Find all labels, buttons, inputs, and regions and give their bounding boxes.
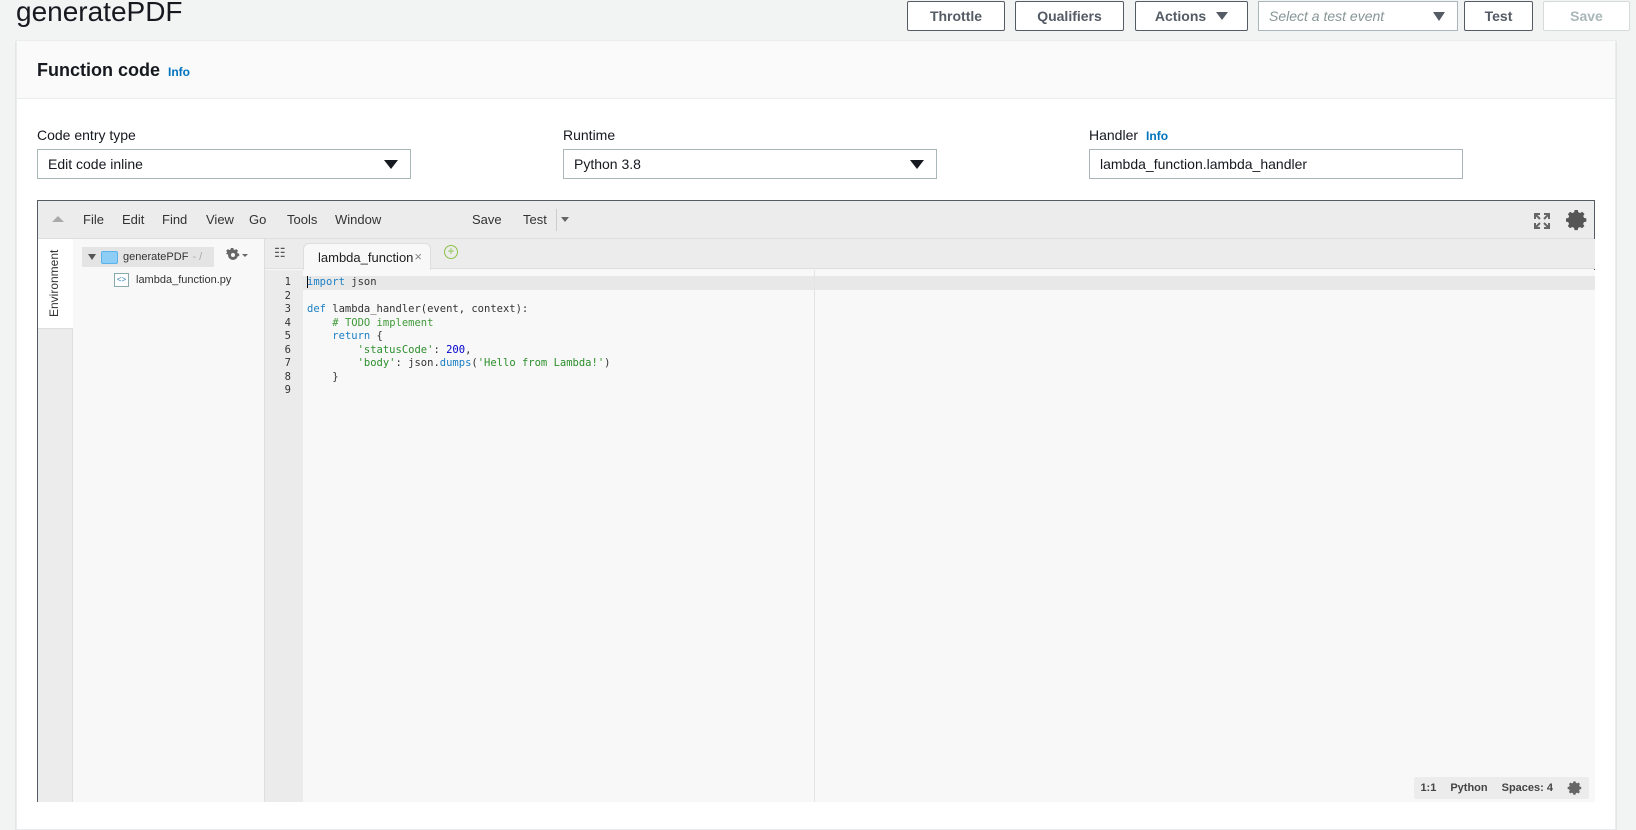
line-number: 2 bbox=[284, 289, 291, 302]
line-number: 4 bbox=[284, 316, 291, 329]
test-event-placeholder: Select a test event bbox=[1269, 8, 1385, 24]
environment-tab-label: Environment bbox=[47, 249, 61, 317]
ide-test-button[interactable]: Test bbox=[523, 212, 547, 227]
menu-go[interactable]: Go bbox=[249, 212, 266, 227]
caret-down-icon bbox=[1216, 12, 1229, 20]
tree-root-path: - / bbox=[192, 251, 203, 263]
code-line: import json bbox=[307, 276, 377, 288]
line-number-gutter: 1 2 3 4 5 6 7 8 9 bbox=[265, 270, 303, 802]
panel-title: Function code Info bbox=[37, 60, 190, 81]
fullscreen-icon[interactable] bbox=[1533, 212, 1551, 230]
qualifiers-button[interactable]: Qualifiers bbox=[1015, 1, 1124, 31]
tree-root-label: generatePDF bbox=[123, 251, 189, 263]
editor-statusbar: 1:1 Python Spaces: 4 bbox=[1414, 777, 1589, 799]
ide-menubar: File Edit Find View Go Tools Window Save… bbox=[38, 201, 1594, 239]
test-event-select[interactable]: Select a test event bbox=[1258, 1, 1458, 31]
line-number: 8 bbox=[284, 370, 291, 383]
menu-window[interactable]: Window bbox=[335, 212, 381, 227]
caret-down-icon bbox=[384, 160, 398, 169]
menu-edit[interactable]: Edit bbox=[122, 212, 144, 227]
throttle-label: Throttle bbox=[929, 8, 983, 24]
code-line: return { bbox=[332, 330, 383, 342]
add-tab-icon[interactable]: + bbox=[444, 245, 458, 259]
runtime-select[interactable]: Python 3.8 bbox=[563, 149, 937, 179]
handler-label: Handler bbox=[1089, 127, 1139, 143]
panel-title-text: Function code bbox=[37, 60, 160, 80]
runtime-label: Runtime bbox=[563, 127, 616, 143]
save-button[interactable]: Save bbox=[1543, 1, 1630, 31]
line-number: 3 bbox=[284, 303, 291, 315]
ide-save-button[interactable]: Save bbox=[472, 212, 502, 227]
test-label: Test bbox=[1484, 8, 1513, 24]
tree-root-folder[interactable]: generatePDF - / bbox=[82, 247, 214, 267]
code-entry-type-label: Code entry type bbox=[37, 127, 136, 143]
code-line: 'body': json.dumps('Hello from Lambda!') bbox=[357, 357, 611, 369]
caret-down-icon bbox=[1433, 12, 1445, 21]
runtime-value: Python 3.8 bbox=[574, 156, 641, 172]
close-icon[interactable]: × bbox=[414, 249, 422, 264]
line-number: 7 bbox=[284, 357, 291, 369]
gear-icon[interactable] bbox=[1567, 780, 1583, 796]
handler-info-link[interactable]: Info bbox=[1146, 129, 1168, 143]
code-editor: File Edit Find View Go Tools Window Save… bbox=[37, 200, 1595, 802]
python-file-icon: <> bbox=[114, 273, 129, 287]
throttle-button[interactable]: Throttle bbox=[907, 1, 1005, 31]
menu-find[interactable]: Find bbox=[162, 212, 187, 227]
line-number: 6 bbox=[284, 343, 291, 356]
collapse-icon[interactable] bbox=[52, 216, 64, 222]
code-line: def lambda_handler(event, context): bbox=[307, 303, 529, 315]
line-number: 9 bbox=[284, 384, 291, 396]
expand-arrow-icon[interactable] bbox=[88, 254, 96, 260]
environment-sidebar: Environment bbox=[38, 239, 73, 802]
handler-input[interactable] bbox=[1089, 149, 1463, 179]
test-button[interactable]: Test bbox=[1464, 1, 1533, 31]
tab-lambda-function[interactable]: lambda_function × bbox=[303, 243, 431, 270]
tree-file-label: lambda_function.py bbox=[136, 274, 232, 286]
tab-label: lambda_function bbox=[318, 250, 414, 265]
divider bbox=[556, 209, 557, 231]
code-lines: import json def lambda_handler(event, co… bbox=[307, 276, 610, 398]
code-entry-type-value: Edit code inline bbox=[48, 156, 143, 172]
code-line: } bbox=[307, 370, 339, 383]
save-label: Save bbox=[1570, 8, 1603, 24]
tree-file-item[interactable]: <> lambda_function.py bbox=[114, 273, 231, 287]
info-link[interactable]: Info bbox=[168, 65, 190, 79]
language-mode[interactable]: Python bbox=[1450, 782, 1487, 794]
tree-settings-gear-icon[interactable] bbox=[226, 247, 248, 263]
handler-label-row: Handler Info bbox=[1089, 127, 1168, 143]
code-line: 'statusCode': 200, bbox=[357, 343, 472, 356]
test-dropdown-caret-icon[interactable] bbox=[561, 217, 569, 222]
menu-file[interactable]: File bbox=[83, 212, 104, 227]
page-title: generatePDF bbox=[16, 0, 183, 27]
cursor-position[interactable]: 1:1 bbox=[1420, 782, 1436, 794]
gear-icon[interactable] bbox=[1565, 208, 1589, 232]
print-margin bbox=[814, 270, 815, 802]
qualifiers-label: Qualifiers bbox=[1037, 8, 1102, 24]
environment-tab[interactable]: Environment bbox=[38, 239, 73, 329]
actions-button[interactable]: Actions bbox=[1135, 1, 1248, 31]
function-code-panel: Function code Info Code entry type Edit c… bbox=[16, 40, 1616, 830]
line-number: 1 bbox=[284, 276, 291, 288]
indent-setting[interactable]: Spaces: 4 bbox=[1502, 782, 1553, 794]
line-number: 5 bbox=[284, 330, 291, 342]
menu-tools[interactable]: Tools bbox=[287, 212, 317, 227]
code-line: # TODO implement bbox=[332, 316, 434, 329]
tab-list-icon[interactable]: ☷ bbox=[274, 245, 286, 261]
caret-down-icon bbox=[910, 160, 924, 169]
menu-view[interactable]: View bbox=[206, 212, 234, 227]
code-entry-type-select[interactable]: Edit code inline bbox=[37, 149, 411, 179]
folder-icon bbox=[101, 250, 118, 264]
panel-header: Function code Info bbox=[17, 41, 1615, 99]
editor-tabbar: ☷ lambda_function × + bbox=[265, 239, 1595, 270]
actions-label: Actions bbox=[1154, 8, 1207, 24]
code-area[interactable]: import json def lambda_handler(event, co… bbox=[303, 270, 1595, 802]
file-tree: generatePDF - / <> lambda_function.py bbox=[73, 239, 265, 802]
